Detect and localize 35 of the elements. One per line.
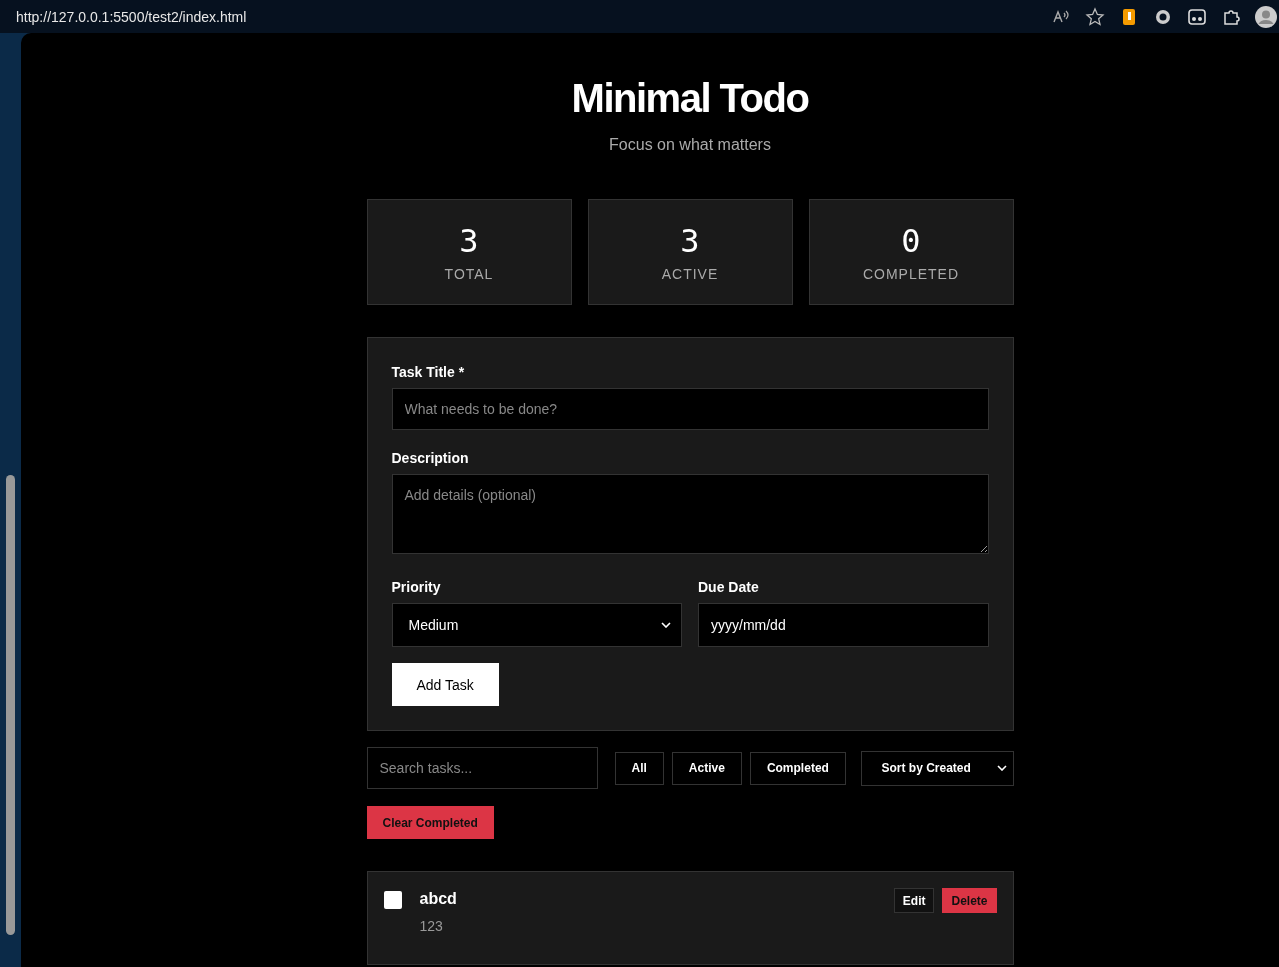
stat-label: COMPLETED — [862, 266, 960, 282]
task-title: abcd — [419, 890, 458, 908]
scrollbar[interactable] — [6, 475, 15, 935]
add-task-button[interactable]: Add Task — [391, 663, 499, 706]
chevron-down-icon — [661, 622, 671, 628]
filter-button[interactable]: Active — [671, 751, 742, 785]
priority-select[interactable]: Medium — [391, 603, 682, 647]
sort-select[interactable]: Sort by Created — [860, 750, 1014, 786]
field-label: Due Date — [698, 579, 760, 595]
task-description: 123 — [419, 918, 444, 934]
chevron-down-icon — [996, 765, 1007, 771]
favorite-star-icon[interactable] — [1085, 6, 1105, 27]
app-subtitle: Focus on what matters — [608, 135, 772, 155]
task-checkbox[interactable] — [383, 891, 402, 909]
title-input[interactable]: What needs to be done? — [391, 388, 989, 430]
stat-value: 0 — [901, 222, 921, 260]
edit-button[interactable]: Edit — [893, 888, 935, 913]
stat-label: ACTIVE — [661, 266, 719, 282]
avatar-icon[interactable] — [1255, 5, 1277, 28]
delete-button[interactable]: Delete — [942, 888, 997, 913]
app-title: Minimal Todo — [570, 75, 810, 121]
field-label: Description — [391, 450, 470, 466]
stat-label: TOTAL — [444, 266, 494, 282]
filter-button[interactable]: All — [614, 751, 664, 785]
search-field[interactable]: Search tasks... — [366, 747, 598, 789]
filter-button[interactable]: Completed — [749, 751, 846, 785]
address-bar[interactable]: http://127.0.0.1:5500/test2/index.html — [16, 8, 247, 25]
description-input[interactable]: Add details (optional) — [391, 474, 989, 554]
field-label: Task Title * — [391, 364, 466, 380]
glasses-icon[interactable] — [1187, 6, 1207, 27]
stat-value: 3 — [459, 222, 479, 260]
date-input[interactable]: yyyy/mm/dd — [698, 603, 989, 647]
clear-completed-button[interactable]: Clear Completed — [366, 806, 494, 839]
field-label: Priority — [391, 579, 442, 595]
stat-value: 3 — [680, 222, 700, 260]
